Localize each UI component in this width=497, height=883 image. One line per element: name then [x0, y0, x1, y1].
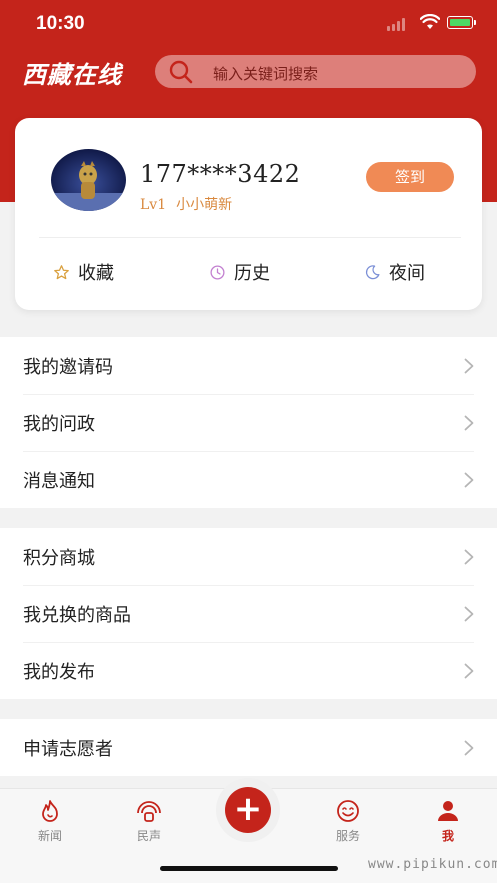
night-mode-label: 夜间 [389, 263, 425, 284]
flame-icon [42, 800, 58, 822]
battery-icon [447, 16, 473, 29]
wifi-icon [420, 14, 440, 29]
chevron-right-icon [464, 358, 474, 374]
chevron-right-icon [464, 472, 474, 488]
smile-icon [337, 800, 359, 822]
chevron-right-icon [464, 415, 474, 431]
menu-item-label: 我兑换的商品 [23, 604, 131, 626]
status-time: 10:30 [36, 13, 85, 34]
menu-item-label: 我的邀请码 [23, 356, 113, 378]
search-bar[interactable]: 输入关键词搜索 [155, 55, 476, 88]
menu-item-label: 积分商城 [23, 547, 95, 569]
tab-news[interactable]: 新闻 [20, 799, 80, 844]
moon-icon [365, 264, 380, 279]
profile-card: 177****3422 Lv1 小小萌新 签到 收藏 历史 夜间 [15, 118, 482, 310]
add-button[interactable]: + [216, 778, 280, 842]
plus-icon: + [225, 787, 271, 833]
history-label: 历史 [234, 263, 270, 284]
chevron-right-icon [464, 663, 474, 679]
menu-item-invite-code[interactable]: 我的邀请码 [0, 337, 497, 394]
tab-me[interactable]: 我 [418, 799, 478, 844]
tab-services-label: 服务 [335, 829, 360, 843]
status-bar: 10:30 [0, 0, 497, 50]
username: 177****3422 [140, 160, 301, 188]
chevron-right-icon [464, 549, 474, 565]
top-header: 西藏在线 输入关键词搜索 [0, 52, 497, 94]
menu-group-volunteer: 申请志愿者 [0, 719, 497, 776]
tab-services[interactable]: 服务 [318, 799, 378, 844]
menu-item-inquiries[interactable]: 我的问政 [0, 394, 497, 451]
level-title: 小小萌新 [176, 197, 233, 213]
menu-item-points-mall[interactable]: 积分商城 [0, 528, 497, 585]
menu-item-label: 申请志愿者 [23, 738, 113, 760]
cellular-signal-icon [387, 17, 405, 31]
menu-item-notifications[interactable]: 消息通知 [0, 451, 497, 508]
tab-public-voice-label: 民声 [136, 829, 161, 843]
tab-me-label: 我 [441, 829, 454, 843]
person-icon [438, 801, 458, 821]
menu-item-label: 我的问政 [23, 413, 95, 435]
card-divider [39, 237, 461, 238]
app-logo: 西藏在线 [22, 60, 122, 89]
star-icon [54, 264, 69, 279]
clock-icon [210, 264, 225, 280]
watermark: www.pipikun.com [368, 857, 497, 872]
tab-public-voice[interactable]: 民声 [119, 799, 179, 844]
search-placeholder: 输入关键词搜索 [213, 65, 319, 83]
megaphone-icon [137, 801, 161, 822]
menu-item-apply-volunteer[interactable]: 申请志愿者 [0, 719, 497, 776]
chevron-right-icon [464, 740, 474, 756]
night-mode-button[interactable]: 夜间 [364, 259, 425, 285]
menu-item-label: 我的发布 [23, 661, 95, 683]
favorites-button[interactable]: 收藏 [53, 259, 114, 285]
home-indicator [160, 866, 338, 871]
menu-group-points: 积分商城 我兑换的商品 我的发布 [0, 528, 497, 699]
menu-group-account: 我的邀请码 我的问政 消息通知 [0, 337, 497, 508]
tab-news-label: 新闻 [37, 829, 62, 843]
user-level: Lv1 小小萌新 [140, 194, 232, 214]
menu-item-my-posts[interactable]: 我的发布 [0, 642, 497, 699]
menu-item-label: 消息通知 [23, 470, 95, 492]
avatar[interactable] [51, 149, 126, 211]
menu-item-redeemed-goods[interactable]: 我兑换的商品 [0, 585, 497, 642]
battery-cap [474, 20, 476, 25]
level-number: Lv1 [140, 197, 167, 213]
chevron-right-icon [464, 606, 474, 622]
checkin-button[interactable]: 签到 [366, 162, 454, 192]
history-button[interactable]: 历史 [209, 259, 270, 285]
search-icon [169, 60, 193, 84]
favorites-label: 收藏 [78, 263, 114, 284]
